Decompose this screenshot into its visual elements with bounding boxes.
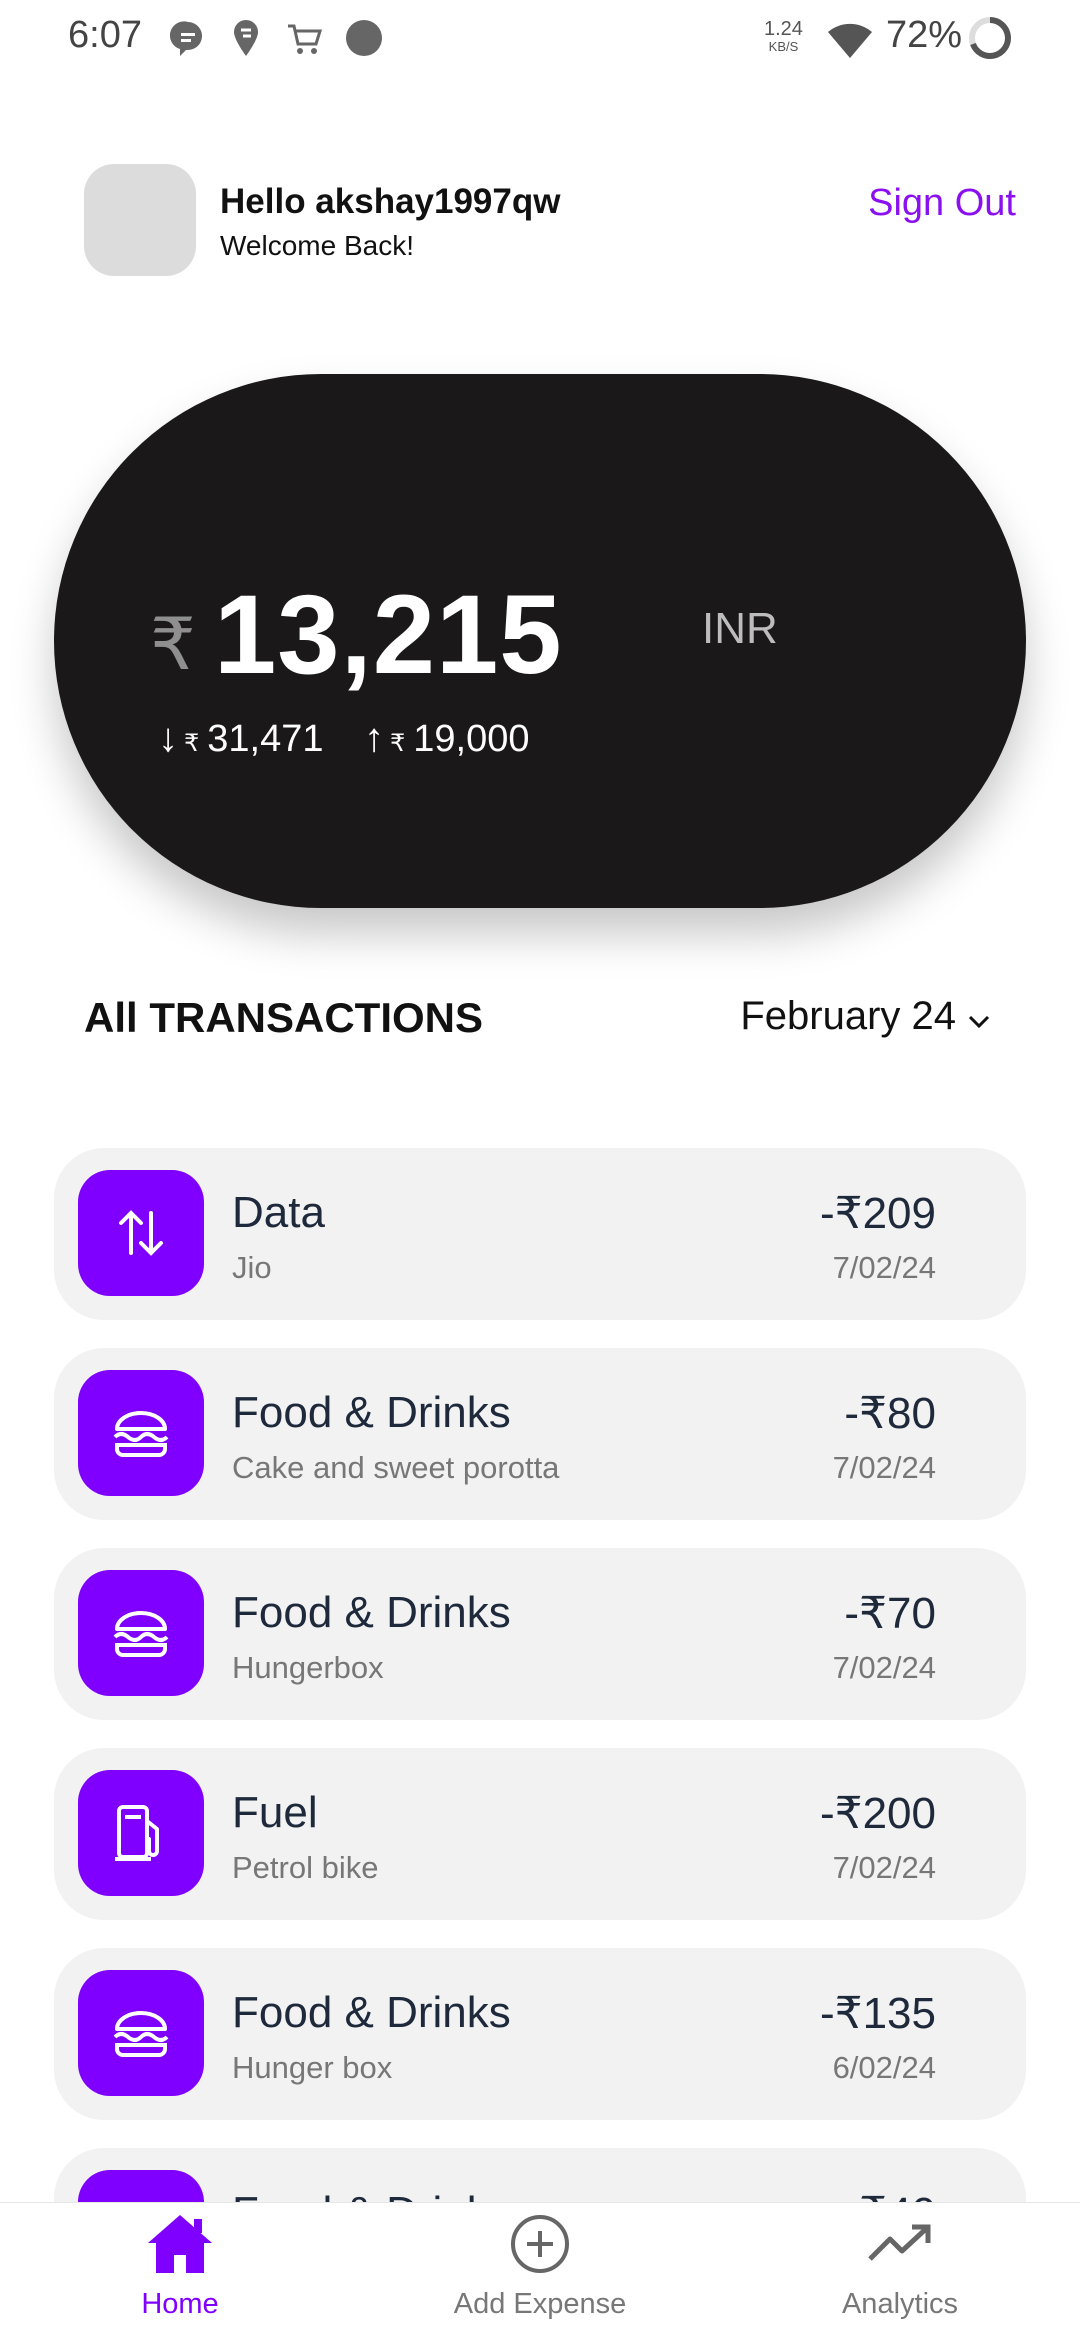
welcome-text: Welcome Back! xyxy=(220,230,414,261)
nav-analytics[interactable]: Analytics xyxy=(780,2211,1020,2321)
wifi-icon xyxy=(826,20,874,65)
transaction-date: 7/02/24 xyxy=(832,1650,936,1685)
add-circle-icon xyxy=(507,2215,573,2281)
transaction-note: Hunger box xyxy=(232,2050,393,2085)
circle-notification-icon xyxy=(344,18,384,63)
expense-currency-symbol: ₹ xyxy=(390,730,406,757)
income-currency-symbol: ₹ xyxy=(184,730,200,757)
section-title: All TRANSACTIONS xyxy=(84,994,483,1041)
balance-currency-symbol: ₹ xyxy=(150,605,196,685)
nav-add-expense[interactable]: Add Expense xyxy=(420,2211,660,2321)
month-label: February 24 xyxy=(740,994,956,1038)
transaction-amount: -₹200 xyxy=(819,1789,936,1838)
income-amount: 31,471 xyxy=(207,718,324,760)
transaction-category: Food & Drinks xyxy=(232,1988,511,2037)
transaction-row[interactable]: Fuel Petrol bike -₹200 7/02/24 xyxy=(54,1748,1026,1920)
nav-home-label: Home xyxy=(141,2288,219,2320)
burger-icon xyxy=(78,1970,204,2096)
transaction-amount: -₹80 xyxy=(844,1389,936,1438)
cart-notification-icon xyxy=(284,18,324,63)
income-arrow-icon: ↓ xyxy=(158,716,178,760)
transaction-note: Cake and sweet porotta xyxy=(232,1450,560,1485)
bottom-navigation: Home Add Expense Analytics xyxy=(0,2202,1080,2341)
transaction-row[interactable]: Data Jio -₹209 7/02/24 xyxy=(54,1148,1026,1320)
transfer-arrows-icon xyxy=(78,1170,204,1296)
chat-notification-icon xyxy=(169,18,206,63)
transaction-date: 7/02/24 xyxy=(832,1450,936,1485)
nav-analytics-label: Analytics xyxy=(841,2288,959,2320)
greeting-text: Hello akshay1997qw xyxy=(220,182,561,221)
transaction-category: Data xyxy=(232,1188,325,1237)
transactions-header: All TRANSACTIONS February 24 xyxy=(0,980,1080,1060)
transaction-amount: -₹70 xyxy=(844,1589,936,1638)
transaction-row[interactable]: Food & Drinks Hunger box -₹135 6/02/24 xyxy=(54,1948,1026,2120)
nav-home[interactable]: Home xyxy=(60,2211,300,2321)
transaction-note: Hungerbox xyxy=(232,1650,384,1685)
balance-currency-code: INR xyxy=(702,604,778,653)
transaction-date: 6/02/24 xyxy=(832,2050,936,2085)
transaction-note: Petrol bike xyxy=(232,1850,379,1885)
home-icon xyxy=(144,2215,216,2281)
avatar[interactable] xyxy=(84,164,196,276)
fuel-pump-icon xyxy=(78,1770,204,1896)
sign-out-button[interactable]: Sign Out xyxy=(868,182,1016,225)
transaction-date: 7/02/24 xyxy=(832,1850,936,1885)
network-speed: 1.24 KB/S xyxy=(764,18,803,56)
transaction-row[interactable]: Food & Drinks Hungerbox -₹70 7/02/24 xyxy=(54,1548,1026,1720)
swiggy-notification-icon xyxy=(230,18,262,63)
burger-icon xyxy=(78,1370,204,1496)
status-bar: 6:07 1.24 KB/S 72% xyxy=(0,0,1080,80)
transaction-date: 7/02/24 xyxy=(832,1250,936,1285)
transaction-amount: -₹209 xyxy=(819,1189,936,1238)
network-speed-value: 1.24 xyxy=(764,18,803,40)
expense-amount: 19,000 xyxy=(413,718,530,760)
transaction-category: Food & Drinks xyxy=(232,1388,511,1437)
burger-icon xyxy=(78,1570,204,1696)
status-time: 6:07 xyxy=(68,14,142,56)
transaction-category: Food & Drinks xyxy=(232,1588,511,1637)
battery-percentage: 72% xyxy=(886,14,963,56)
transaction-row[interactable]: Food & Drinks Cake and sweet porotta -₹8… xyxy=(54,1348,1026,1520)
balance-card: ₹ 13,215 INR ↓ ₹ 31,471 ↑ ₹ 19,000 xyxy=(54,374,1026,908)
nav-add-expense-label: Add Expense xyxy=(453,2288,627,2320)
transaction-amount: -₹135 xyxy=(819,1989,936,2038)
transaction-category: Fuel xyxy=(232,1788,318,1837)
income-summary: ↓ ₹ 31,471 xyxy=(158,716,324,761)
transaction-note: Jio xyxy=(232,1250,272,1285)
chevron-down-icon xyxy=(968,994,990,1039)
expense-summary: ↑ ₹ 19,000 xyxy=(364,716,530,761)
user-header: Hello akshay1997qw Welcome Back! Sign Ou… xyxy=(0,160,1080,280)
balance-amount: 13,215 xyxy=(214,572,563,697)
trending-up-icon xyxy=(864,2224,936,2281)
battery-ring-icon xyxy=(968,16,1012,65)
expense-arrow-icon: ↑ xyxy=(364,716,384,760)
network-speed-unit: KB/S xyxy=(768,39,799,54)
month-selector[interactable]: February 24 xyxy=(740,994,990,1039)
